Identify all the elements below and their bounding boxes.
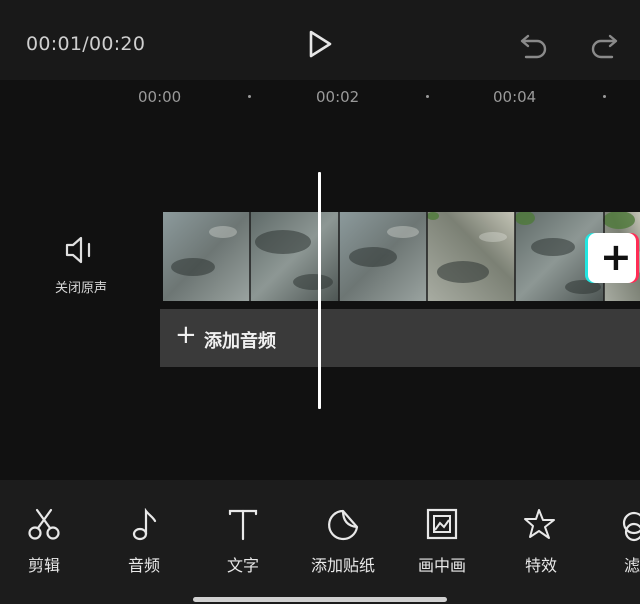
tool-label: 音频: [127, 556, 160, 575]
tool-label: 剪辑: [27, 556, 60, 575]
tool-label: 特效: [524, 556, 557, 575]
redo-icon[interactable]: [588, 30, 620, 60]
ruler-dot: [603, 95, 606, 98]
tool-label: 滤: [624, 556, 640, 575]
play-icon[interactable]: [303, 28, 335, 60]
plus-icon: +: [600, 235, 632, 279]
ruler-tick-label: 00:04: [493, 88, 537, 106]
text-icon: [228, 509, 258, 541]
tool-edit[interactable]: 剪辑: [4, 508, 84, 576]
playback-time: 00:01/00:20: [26, 33, 146, 55]
effects-star-icon: [524, 509, 555, 539]
scissors-icon: [28, 508, 60, 540]
mute-label: 关闭原声: [54, 281, 107, 296]
tool-label: 文字: [226, 556, 259, 575]
music-note-icon: [132, 508, 157, 541]
ruler-dot: [426, 95, 429, 98]
speaker-mute-icon: [65, 236, 91, 264]
tool-audio[interactable]: 音频: [104, 508, 184, 576]
add-audio-label: 添加音频: [204, 331, 276, 352]
undo-icon[interactable]: [518, 30, 550, 60]
picture-in-picture-icon: [426, 508, 458, 540]
tool-label: 画中画: [417, 556, 466, 575]
video-thumbnails: [163, 212, 640, 301]
tool-filter[interactable]: 滤: [600, 508, 640, 576]
tool-effects[interactable]: 特效: [501, 508, 581, 576]
top-bar: 00:01/00:20: [0, 0, 640, 80]
tool-text[interactable]: 文字: [203, 508, 283, 576]
filter-icon: [622, 511, 640, 542]
home-indicator: [193, 597, 447, 602]
sticker-icon: [328, 509, 359, 541]
ruler-tick-label: 00:02: [316, 88, 360, 106]
tool-label: 添加贴纸: [310, 556, 375, 575]
mute-original-audio-button[interactable]: 关闭原声: [44, 230, 118, 300]
tool-picture-in-picture[interactable]: 画中画: [402, 508, 482, 576]
playhead[interactable]: [318, 172, 321, 409]
add-audio-button[interactable]: + 添加音频: [160, 309, 640, 367]
ruler-tick-label: 00:00: [138, 88, 182, 106]
tool-add-sticker[interactable]: 添加贴纸: [303, 508, 383, 576]
bottom-toolbar: 剪辑 音频 文字 添加贴纸 画中画 特效 滤: [0, 480, 640, 604]
video-clip-track[interactable]: [163, 212, 640, 301]
plus-icon: +: [175, 320, 197, 350]
add-clip-button[interactable]: +: [588, 233, 636, 283]
ruler-dot: [248, 95, 251, 98]
